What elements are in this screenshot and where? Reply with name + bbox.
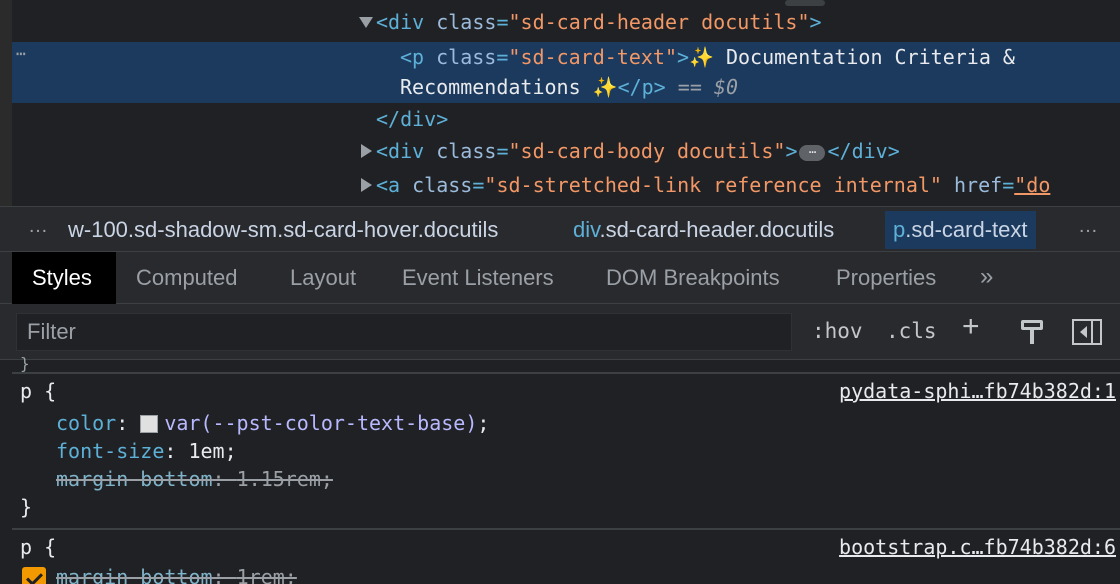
tag-open: <a xyxy=(376,173,401,197)
attr-name: class xyxy=(436,139,497,163)
collapse-triangle-icon[interactable] xyxy=(361,178,372,192)
href-link[interactable]: "do xyxy=(1014,173,1050,197)
styles-toolbar: :hov .cls + xyxy=(0,304,1120,360)
breadcrumb-item-card[interactable]: w-100.sd-shadow-sm.sd-card-hover.docutil… xyxy=(68,215,498,245)
tag-open: <div xyxy=(376,139,425,163)
sidebar-tabs: Styles Computed Layout Event Listeners D… xyxy=(0,252,1120,304)
tag-close: </div> xyxy=(376,107,449,131)
tab-dom-breakpoints[interactable]: DOM Breakpoints xyxy=(586,252,800,304)
property-name[interactable]: color xyxy=(56,411,116,435)
rule-source-link[interactable]: bootstrap.c…fb74b382d:6 xyxy=(839,534,1116,560)
breadcrumb-class: w-100.sd-shadow-sm.sd-card-hover.docutil… xyxy=(68,217,499,242)
rule-source-link[interactable]: pydata-sphi…fb74b382d:1 xyxy=(839,378,1116,404)
filter-input[interactable] xyxy=(16,313,792,351)
toggle-sidebar-icon[interactable] xyxy=(1072,319,1102,345)
property-name[interactable]: font-size xyxy=(56,439,164,463)
rule-separator xyxy=(12,528,1120,530)
tag-close: </div> xyxy=(827,139,900,163)
paint-roller-icon[interactable] xyxy=(1018,318,1046,346)
tab-event-listeners[interactable]: Event Listeners xyxy=(382,252,574,304)
elements-tree: <div class="sd-card-header docutils"> ⋯ … xyxy=(0,0,1120,206)
tree-node-card-body[interactable]: <div class="sd-card-body docutils"> ⋯ </di… xyxy=(376,137,900,165)
attr-value[interactable]: "sd-card-body docutils" xyxy=(508,139,785,163)
breadcrumb-item-card-text[interactable]: p.sd-card-text xyxy=(885,211,1036,249)
breadcrumb-class: .sd-card-header.docutils xyxy=(599,217,835,242)
breadcrumb-tag: p xyxy=(893,217,906,242)
tab-layout[interactable]: Layout xyxy=(270,252,376,304)
node-actions-icon[interactable]: ⋯ xyxy=(16,44,27,63)
property-value[interactable]: 1rem; xyxy=(237,565,297,584)
breadcrumb-more-right[interactable]: … xyxy=(1078,215,1098,238)
tree-node-card-text[interactable]: <p class="sd-card-text">✨ Documentation … xyxy=(400,43,1015,71)
breadcrumb-item-card-header[interactable]: div.sd-card-header.docutils xyxy=(573,215,834,245)
tab-computed[interactable]: Computed xyxy=(116,252,258,304)
property-name[interactable]: margin-bottom xyxy=(56,565,213,584)
tag-close-bracket: > xyxy=(785,139,798,163)
tree-node-card-text-cont[interactable]: Recommendations ✨</p> == $0 xyxy=(400,73,738,101)
hover-state-toggle[interactable]: :hov xyxy=(812,316,863,346)
breadcrumb: … w-100.sd-shadow-sm.sd-card-hover.docut… xyxy=(0,206,1120,252)
tag-close: </p> xyxy=(617,75,666,99)
attr-name: class xyxy=(412,173,473,197)
tab-properties[interactable]: Properties xyxy=(816,252,956,304)
new-rule-button[interactable]: + xyxy=(962,312,980,342)
attr-value[interactable]: "sd-stretched-link reference internal" xyxy=(484,173,942,197)
tag-open: <p xyxy=(400,45,425,69)
breadcrumb-tag: div xyxy=(573,217,600,242)
expand-triangle-icon[interactable] xyxy=(359,17,373,28)
more-tabs-icon[interactable]: » xyxy=(980,252,993,304)
rule-close-brace: } xyxy=(20,495,33,519)
collapsed-children-icon[interactable]: ⋯ xyxy=(799,144,826,161)
tree-node-card-header[interactable]: <div class="sd-card-header docutils"> xyxy=(376,8,822,36)
tag-open: <div xyxy=(376,10,425,34)
property-value[interactable]: var(--pst-color-text-base) xyxy=(164,411,477,435)
styles-pane: } p { pydata-sphi…fb74b382d:1 color: var… xyxy=(0,354,1120,584)
attr-value[interactable]: "sd-card-text" xyxy=(508,45,677,69)
tree-gutter xyxy=(0,0,12,206)
attr-value[interactable]: "sd-card-header docutils" xyxy=(508,10,809,34)
declaration-color[interactable]: color: var(--pst-color-text-base); xyxy=(56,410,489,436)
tree-node-stretched-link[interactable]: <a class="sd-stretched-link reference in… xyxy=(376,171,1050,199)
declaration-font-size[interactable]: font-size: 1em; xyxy=(56,438,237,464)
breadcrumb-class: .sd-card-text xyxy=(905,217,1028,242)
attr-name: class xyxy=(436,45,497,69)
color-swatch-icon[interactable] xyxy=(140,415,159,433)
tag-close-bracket: > xyxy=(676,45,690,69)
rule-selector[interactable]: p { xyxy=(20,378,56,404)
declaration-margin-bottom-overridden[interactable]: margin-bottom: 1rem; xyxy=(56,564,297,584)
tag-close-bracket: > xyxy=(809,10,822,34)
node-text[interactable]: ✨ Documentation Criteria & xyxy=(689,45,1015,69)
eq-marker: == xyxy=(677,75,702,99)
property-value[interactable]: 1.15rem; xyxy=(237,467,333,491)
attr-name: class xyxy=(436,10,497,34)
property-name[interactable]: margin-bottom xyxy=(56,467,213,491)
attr-name: href xyxy=(954,173,1003,197)
breadcrumb-more-left[interactable]: … xyxy=(28,215,48,238)
declaration-enable-checkbox[interactable] xyxy=(22,567,46,584)
rule-selector[interactable]: p { xyxy=(20,534,56,560)
property-value[interactable]: 1em; xyxy=(188,439,236,463)
collapse-triangle-icon[interactable] xyxy=(361,144,372,158)
tree-node-close-div[interactable]: </div> xyxy=(376,105,448,133)
rule-separator xyxy=(12,372,1120,374)
declaration-margin-bottom-overridden[interactable]: margin-bottom: 1.15rem; xyxy=(56,466,333,492)
tab-styles[interactable]: Styles xyxy=(12,252,116,304)
class-toggle[interactable]: .cls xyxy=(886,316,937,346)
dollar-zero-label: $0 xyxy=(713,75,739,99)
tree-scrollbar[interactable] xyxy=(785,0,825,6)
node-text[interactable]: Recommendations ✨ xyxy=(400,75,618,99)
